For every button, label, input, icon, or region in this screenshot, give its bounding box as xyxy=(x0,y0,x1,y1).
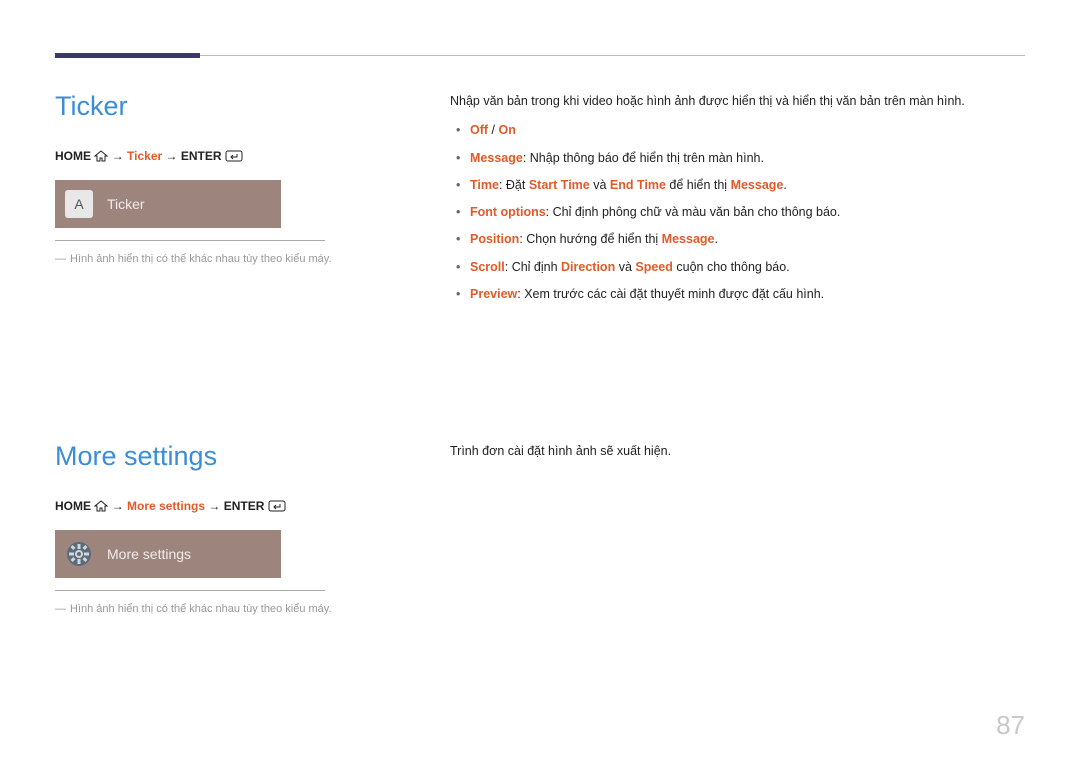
bc-page: Ticker xyxy=(127,149,162,163)
home-icon xyxy=(94,149,108,168)
breadcrumb-moresettings: HOME → More settings → ENTER xyxy=(55,497,395,518)
bc-enter: ENTER xyxy=(181,149,222,163)
bc-page-2: More settings xyxy=(127,499,205,513)
header-rule xyxy=(55,55,1025,56)
bc-home: HOME xyxy=(55,149,91,163)
note-ticker: ―Hình ảnh hiển thị có thể khác nhau tùy … xyxy=(55,251,395,268)
bullet-font: Font options: Chỉ định phông chữ và màu … xyxy=(450,202,1025,223)
section-moresettings: More settings HOME → More settings → ENT… xyxy=(55,441,1025,618)
page-root: Ticker HOME → Ticker → ENTER A Ticker xyxy=(0,0,1080,763)
bullet-time: Time: Đặt Start Time và End Time để hiển… xyxy=(450,175,1025,196)
heading-moresettings: More settings xyxy=(55,441,395,472)
note-moresettings: ―Hình ảnh hiển thị có thể khác nhau tùy … xyxy=(55,601,395,618)
left-column-2: More settings HOME → More settings → ENT… xyxy=(55,441,395,618)
bullet-position: Position: Chọn hướng để hiển thị Message… xyxy=(450,229,1025,250)
right-column-moresettings: Trình đơn cài đặt hình ảnh sẽ xuất hiện. xyxy=(395,441,1025,618)
right-column-ticker: Nhập văn bản trong khi video hoặc hình ả… xyxy=(395,91,1025,311)
gear-icon xyxy=(65,540,93,568)
ticker-bullets: Off / On Message: Nhập thông báo để hiển… xyxy=(450,120,1025,305)
left-divider-2 xyxy=(55,590,325,591)
bc-arrow1: → xyxy=(112,149,127,163)
enter-icon xyxy=(225,149,243,168)
chip-ticker-label: Ticker xyxy=(107,196,145,212)
home-icon xyxy=(94,499,108,518)
ticker-intro: Nhập văn bản trong khi video hoặc hình ả… xyxy=(450,91,1025,112)
page-number: 87 xyxy=(996,710,1025,741)
chip-ticker-icon: A xyxy=(65,190,93,218)
note-dash-icon: ― xyxy=(55,253,66,265)
bullet-scroll: Scroll: Chỉ định Direction và Speed cuộn… xyxy=(450,257,1025,278)
bc-arrow2-2: → xyxy=(208,499,223,513)
bc-home-2: HOME xyxy=(55,499,91,513)
bc-enter-2: ENTER xyxy=(224,499,265,513)
left-divider xyxy=(55,240,325,241)
breadcrumb-ticker: HOME → Ticker → ENTER xyxy=(55,147,395,168)
chip-moresettings-label: More settings xyxy=(107,546,191,562)
bullet-message: Message: Nhập thông báo để hiển thị trên… xyxy=(450,148,1025,169)
bc-arrow1-2: → xyxy=(112,499,127,513)
header-accent xyxy=(55,53,200,58)
heading-ticker: Ticker xyxy=(55,91,395,122)
chip-moresettings: More settings xyxy=(55,530,281,578)
note-dash-icon: ― xyxy=(55,603,66,615)
bullet-preview: Preview: Xem trước các cài đặt thuyết mi… xyxy=(450,284,1025,305)
bullet-off-on: Off / On xyxy=(450,120,1025,141)
enter-icon xyxy=(268,499,286,518)
moresettings-intro: Trình đơn cài đặt hình ảnh sẽ xuất hiện. xyxy=(450,441,1025,462)
left-column: Ticker HOME → Ticker → ENTER A Ticker xyxy=(55,91,395,311)
section-ticker: Ticker HOME → Ticker → ENTER A Ticker xyxy=(55,91,1025,311)
chip-ticker: A Ticker xyxy=(55,180,281,228)
bc-arrow2: → xyxy=(166,149,181,163)
